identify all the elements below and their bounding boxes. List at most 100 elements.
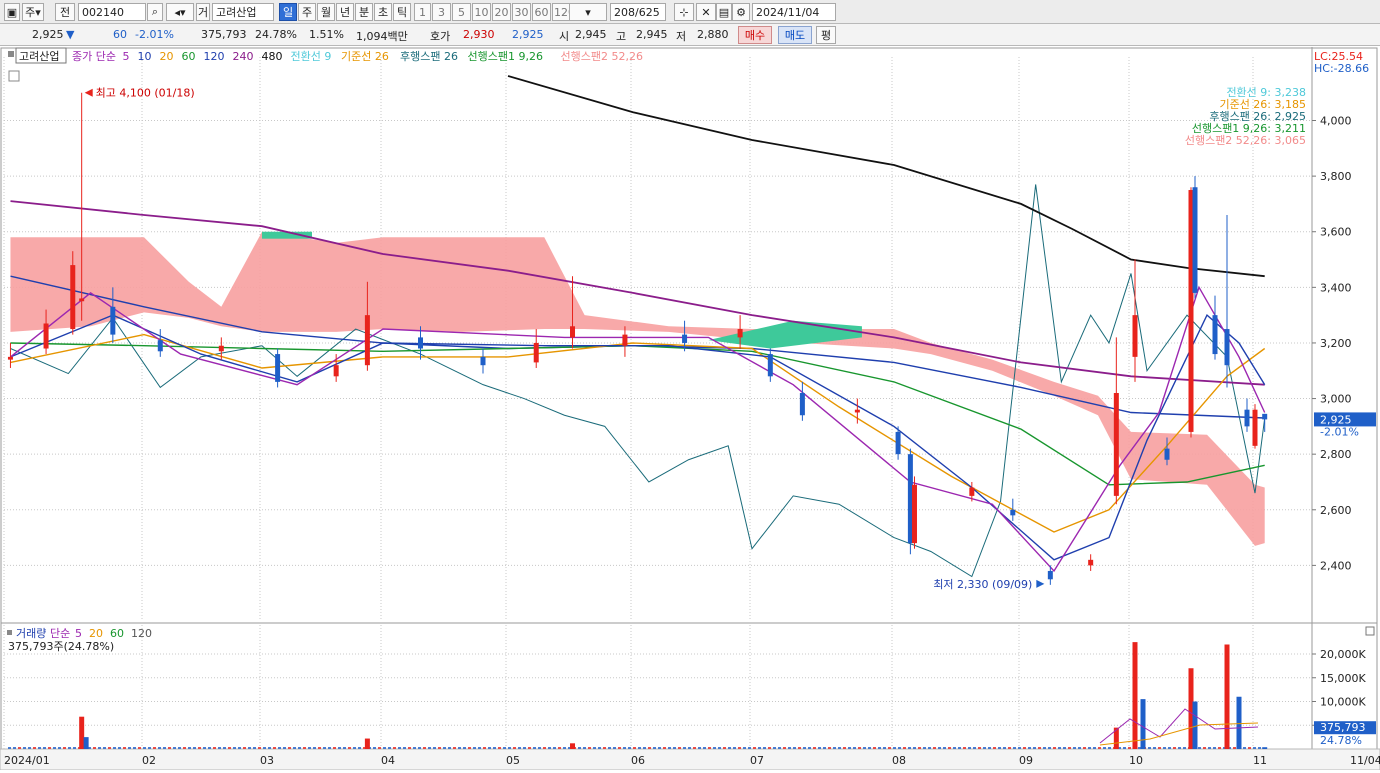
volume-bar-small <box>913 747 916 749</box>
volume-bar-small <box>908 747 911 749</box>
volume-tick-label: 15,000K <box>1320 672 1366 685</box>
volume-bar-small <box>188 747 191 749</box>
stock-code-input[interactable]: 002140 <box>78 3 146 21</box>
volume-bar-small <box>23 747 26 749</box>
volume-bar-small <box>438 747 441 749</box>
avg-button[interactable]: 평 <box>816 26 836 44</box>
stock-label: 고려산업 <box>19 50 59 63</box>
x-tick-label: 07 <box>750 754 764 767</box>
x-tick-label: 2024/01 <box>4 754 50 767</box>
volume-bar-small <box>343 747 346 749</box>
volume-bar-small <box>93 747 96 749</box>
volume-bar-small <box>1218 747 1221 749</box>
volume-bar-small <box>768 747 771 749</box>
period-tab-6[interactable]: 틱 <box>393 3 411 21</box>
candle-body <box>1088 559 1094 566</box>
volume-bar-small <box>398 747 401 749</box>
interval-button-60[interactable]: 60 <box>532 3 551 21</box>
volume-bar-small <box>998 747 1001 749</box>
volume-bar-small <box>118 747 121 749</box>
volume-bar-small <box>813 747 816 749</box>
sound-icon[interactable]: ◂▾ <box>166 3 194 21</box>
save-icon[interactable]: ▤ <box>716 3 732 21</box>
candle-body <box>570 326 576 338</box>
period-tab-0[interactable]: 일 <box>279 3 297 21</box>
volume-bar-small <box>303 747 306 749</box>
volume-bar-small <box>278 747 281 749</box>
search-icon[interactable]: ⌕ <box>147 3 163 21</box>
ask-value: 2,925 <box>512 28 544 41</box>
price-panel <box>0 47 1378 624</box>
volume-bar-small <box>1253 747 1256 749</box>
interval-button-30[interactable]: 30 <box>512 3 531 21</box>
volume-legend-item: 60 <box>110 627 124 640</box>
volume-bar-small <box>643 747 646 749</box>
bid-value: 2,930 <box>463 28 495 41</box>
volume-bar-small <box>213 747 216 749</box>
bid-label: 호가 <box>430 30 451 43</box>
y-tick-label: 4,000 <box>1320 115 1352 128</box>
legend-item: 480 <box>262 50 283 63</box>
candle-body <box>969 487 975 496</box>
volume-bar-small <box>108 747 111 749</box>
chart-svg[interactable]: 2,400 2,600 2,800 3,000 3,200 3,400 3,600 3,800… <box>0 47 1380 771</box>
period-tab-3[interactable]: 년 <box>336 3 354 21</box>
period-select-label: 주 <box>25 6 36 19</box>
open-value: 2,945 <box>575 28 607 41</box>
period-select[interactable]: 주 ▾ <box>22 3 44 21</box>
sell-button[interactable]: 매도 <box>778 26 812 44</box>
volume-bar-small <box>1203 747 1206 749</box>
settings-icon[interactable]: ⚙ <box>732 3 750 21</box>
volume-bar-small <box>423 747 426 749</box>
chart-area[interactable]: 2,400 2,600 2,800 3,000 3,200 3,400 3,600 3,800… <box>0 47 1380 771</box>
volume-bar-small <box>868 747 871 749</box>
draw-tool-icon[interactable]: ✕ <box>696 3 716 21</box>
volume-bar-small <box>433 747 436 749</box>
volume-bar-small <box>993 747 996 749</box>
volume-bar-small <box>153 747 156 749</box>
interval-button-3[interactable]: 3 <box>432 3 451 21</box>
volume-bar-small <box>873 747 876 749</box>
volume-bar-small <box>508 747 511 749</box>
volume-bar-small <box>478 747 481 749</box>
y-tick-label: 3,600 <box>1320 226 1352 239</box>
compare-select[interactable]: 전 <box>55 3 75 21</box>
y-tick-label: 3,800 <box>1320 170 1352 183</box>
legend-item: 전환선 9 <box>291 50 332 63</box>
stock-name-field[interactable]: 고려산업 <box>212 3 274 21</box>
volume-bar-small <box>538 747 541 749</box>
change-value: 60 <box>113 28 127 41</box>
x-tick-label: 09 <box>1019 754 1033 767</box>
period-tab-4[interactable]: 분 <box>355 3 373 21</box>
period-tab-5[interactable]: 초 <box>374 3 392 21</box>
period-tab-1[interactable]: 주 <box>298 3 316 21</box>
x-axis-strip <box>0 748 1380 771</box>
volume-bar-small <box>103 747 106 749</box>
range-field[interactable]: 208/625 <box>610 3 666 21</box>
legend-item: 10 <box>138 50 152 63</box>
crosshair-icon[interactable]: ⊹ <box>674 3 694 21</box>
volume-bar-small <box>413 747 416 749</box>
candle-body <box>911 484 917 544</box>
period-tab-2[interactable]: 월 <box>317 3 335 21</box>
market-tag: 거 <box>196 3 210 21</box>
interval-button-1[interactable]: 1 <box>414 3 431 21</box>
candle-body <box>70 265 76 330</box>
interval-button-5[interactable]: 5 <box>452 3 471 21</box>
volume-bar-small <box>698 747 701 749</box>
interval-dropdown[interactable]: ▾ <box>569 3 607 21</box>
amount-value: 1,094백만 <box>356 30 408 43</box>
volume-bar-small <box>1148 747 1151 749</box>
interval-button-10[interactable]: 10 <box>472 3 491 21</box>
candle-body <box>480 356 486 366</box>
date-field[interactable]: 2024/11/04 <box>752 3 836 21</box>
layout-icon[interactable]: ▣ <box>4 3 20 21</box>
volume-bar-small <box>43 747 46 749</box>
stock-name-value: 고려산업 <box>216 6 257 19</box>
buy-button[interactable]: 매수 <box>738 26 772 44</box>
volume-bar-small <box>1003 747 1006 749</box>
volume-bar-small <box>763 747 766 749</box>
interval-button-20[interactable]: 20 <box>492 3 511 21</box>
volume-bar-small <box>218 747 221 749</box>
volume-bar-small <box>928 747 931 749</box>
